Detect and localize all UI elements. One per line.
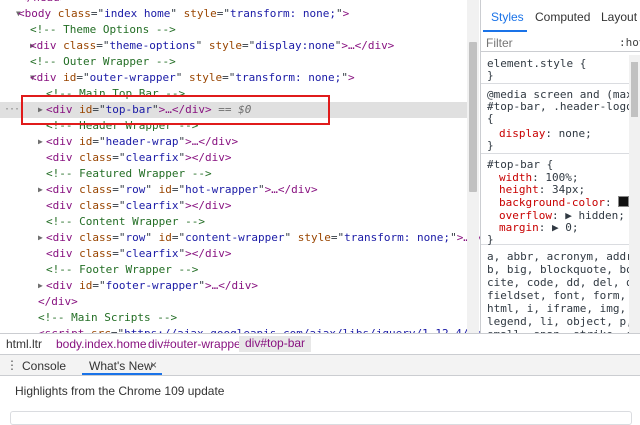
css-property[interactable]: height: 34px; [499,183,585,197]
expand-triangle-icon[interactable]: ▶ [38,230,43,246]
dom-node-row[interactable]: ▼ <body class="index home" style="transfo… [0,6,467,22]
rule-divider [481,244,640,245]
dom-node-row[interactable]: <!-- Outer Wrapper --> [0,54,467,70]
color-swatch-icon[interactable] [618,196,630,207]
dom-node-row[interactable]: <!-- Main Scripts --> [0,310,467,326]
elements-scrollbar-thumb[interactable] [469,42,477,192]
dom-node-row[interactable]: </div> [0,294,467,310]
filter-bar: :hov [481,33,640,52]
node-markup: <div id="header-wrap">…</div> [46,135,239,148]
node-markup: <div id="footer-wrapper">…</div> [46,279,258,292]
expand-triangle-icon[interactable]: ▶ [38,278,43,294]
css-property[interactable]: display: none; [499,127,592,141]
css-rule-line: a, abbr, acronym, address, [487,250,640,263]
breadcrumb-body[interactable]: body.index.home [56,337,147,351]
hov-toggle[interactable]: :hov [619,36,640,49]
rule-divider [481,83,640,84]
styles-pane: Styles Computed Layout :hov element.styl… [481,0,640,333]
breadcrumb-top-bar[interactable]: div#top-bar [239,336,312,352]
dom-node-row[interactable]: ▶ <div id="header-wrap">…</div> [0,134,467,150]
node-markup: <div class="theme-options" style="displa… [30,39,395,52]
css-property[interactable]: background-color: #111 [499,196,640,210]
styles-tab-bar: Styles Computed Layout [481,0,640,34]
css-rule-line: #top-bar, .header-logo, .he [487,100,640,113]
dom-node-row[interactable]: ▶ <div id="footer-wrapper">…</div> [0,278,467,294]
drawer-tab-bar: ⋮ Console What's New × [0,355,640,376]
rule-divider [481,153,640,154]
dom-node-row[interactable]: <!-- Theme Options --> [0,22,467,38]
dom-node-row[interactable]: ▶ <div class="theme-options" style="displ… [0,38,467,54]
css-rule-line: element.style { [487,57,587,70]
dom-node-row[interactable]: <!-- Featured Wrapper --> [0,166,467,182]
dom-node-row[interactable]: <div class="clearfix"></div> [0,150,467,166]
node-markup: <!-- Theme Options --> [30,23,176,36]
breadcrumb-outer-wrapper[interactable]: div#outer-wrapper [148,337,245,351]
node-markup: <!-- Main Scripts --> [38,311,178,324]
dom-node-row[interactable]: <div class="clearfix"></div> [0,246,467,262]
breadcrumb-html[interactable]: html.ltr [6,337,42,351]
expand-triangle-icon[interactable]: ▶ [38,182,43,198]
styles-scrollbar-thumb[interactable] [631,62,638,117]
node-markup: <div class="row" id="content-wrapper" st… [46,231,480,244]
css-rule-line: } [487,69,494,82]
tab-console[interactable]: Console [22,359,66,373]
more-icon[interactable]: ⋮ [6,358,18,372]
css-rule-line: b, big, blockquote, body, c [487,263,640,276]
more-dots-icon: ··· [4,104,20,115]
tab-whats-new[interactable]: What's New [89,359,153,373]
css-rule-line: html, i, iframe, img, ins, [487,302,640,315]
dom-node-row[interactable]: <div class="clearfix"></div> [0,198,467,214]
elements-panel: </head>▼<body class="index home" style="… [0,0,481,333]
node-markup: <!-- Featured Wrapper --> [46,167,212,180]
dom-node-row[interactable]: <!-- Content Wrapper --> [0,214,467,230]
tab-layout[interactable]: Layout [601,10,637,24]
whats-new-heading: Highlights from the Chrome 109 update [15,384,225,398]
breadcrumb: html.ltr body.index.home div#outer-wrapp… [0,333,640,355]
node-markup: <script src="https://ajax.googleapis.com… [38,326,480,333]
tab-computed[interactable]: Computed [535,10,590,24]
css-rule-line: legend, li, object, p, pre, [487,315,640,328]
node-markup: <div id="outer-wrapper" style="transform… [30,71,355,84]
node-markup: <!-- Outer Wrapper --> [30,55,176,68]
dom-node-row[interactable]: <!-- Footer Wrapper --> [0,262,467,278]
node-markup: <div class="clearfix"></div> [46,151,232,164]
highlight-box [21,95,330,125]
close-icon[interactable]: × [150,358,157,372]
node-markup: </div> [38,295,78,308]
css-property[interactable]: margin: ▶ 0; [499,221,579,235]
dom-node-row[interactable]: ▶ <div class="row" id="content-wrapper" s… [0,230,480,246]
dom-node-row[interactable]: ▼ <div id="outer-wrapper" style="transfor… [0,70,467,86]
dom-node-row[interactable]: ▶ <div class="row" id="hot-wrapper">…</di… [0,182,467,198]
dom-node-row[interactable]: <script src="https://ajax.googleapis.com… [0,326,480,333]
css-rule-line: #top-bar { [487,158,554,171]
node-markup: <!-- Content Wrapper --> [46,215,205,228]
css-rule-line: } [487,233,494,246]
tab-styles[interactable]: Styles [491,10,524,24]
css-rule-line: fieldset, font, form, h1, h [487,289,640,302]
drawer-active-tab-indicator [82,373,162,375]
whats-new-card [10,411,632,425]
css-rule-line: { [487,112,494,125]
node-markup: <div class="clearfix"></div> [46,247,232,260]
filter-input[interactable] [486,36,596,50]
node-markup: <div class="clearfix"></div> [46,199,232,212]
css-rule-line: cite, code, dd, del, dfn, d [487,276,640,289]
css-rule-line: } [487,139,494,152]
node-markup: <body class="index home" style="transfor… [18,7,350,20]
active-tab-indicator [483,30,527,32]
node-markup: <div class="row" id="hot-wrapper">…</div… [46,183,318,196]
expand-triangle-icon[interactable]: ▶ [38,134,43,150]
node-markup: <!-- Footer Wrapper --> [46,263,199,276]
